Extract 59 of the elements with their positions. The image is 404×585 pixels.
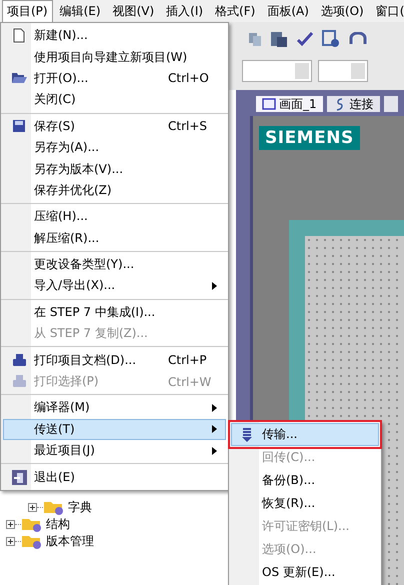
menu-item[interactable]: 在 STEP 7 中集成(I)...: [3, 302, 226, 324]
file-icon: [13, 28, 25, 44]
download-icon: [242, 428, 252, 442]
submenu-arrow-icon: [212, 425, 217, 434]
submenu-arrow-icon: [212, 446, 217, 455]
editor-tab[interactable]: [384, 96, 398, 112]
menu-bar-item[interactable]: 面板(A): [262, 0, 314, 22]
submenu-arrow-icon: [212, 404, 217, 412]
folder-icon: [10, 72, 28, 84]
folder-icon: [43, 499, 65, 515]
paste-icon[interactable]: [270, 30, 288, 48]
menu-bar-item[interactable]: 窗口(: [370, 0, 404, 22]
printer-icon: [12, 374, 26, 390]
menu-item[interactable]: 最近项目(J): [3, 440, 226, 462]
submenu-arrow-icon: [212, 282, 217, 290]
menu-item[interactable]: 传送(T): [3, 418, 226, 440]
menu-item[interactable]: 另存为(A)...: [3, 136, 226, 158]
menu-item[interactable]: 导入/导出(X)...: [3, 275, 226, 297]
menu-bar-item[interactable]: 视图(V): [108, 0, 160, 22]
menu-item[interactable]: 打印项目文档(D)... Ctrl+P: [3, 349, 226, 371]
save-icon: [12, 119, 26, 134]
printer-icon: [12, 352, 26, 368]
folder-icon: [21, 533, 43, 549]
link-icon[interactable]: [348, 32, 368, 46]
menu-item[interactable]: 更改设备类型(Y)...: [3, 254, 226, 276]
menu-item[interactable]: 另存为版本(V)...: [3, 158, 226, 180]
menu-item[interactable]: 退出(E): [3, 466, 226, 488]
menu-bar-item[interactable]: 项目(P): [2, 0, 53, 22]
exit-icon: [12, 470, 26, 485]
menu-item[interactable]: 打开(O)... Ctrl+O: [3, 68, 226, 90]
menu-item[interactable]: 新建(N)...: [3, 25, 226, 46]
menu-item[interactable]: 编译器(M): [3, 397, 226, 419]
menu-item[interactable]: 压缩(H)...: [3, 206, 226, 228]
menu-item[interactable]: 保存(S) Ctrl+S: [3, 116, 226, 137]
menu-bar-item[interactable]: 插入(I): [161, 0, 208, 22]
menu-bar-item[interactable]: 编辑(E): [54, 0, 106, 22]
menu-item[interactable]: OS 更新(E)...: [231, 561, 379, 584]
menu-item[interactable]: 解压缩(R)...: [3, 228, 226, 249]
menu-item[interactable]: 备份(B)...: [231, 469, 379, 492]
menu-item[interactable]: 传输...: [231, 423, 379, 446]
expand-icon[interactable]: [6, 536, 15, 546]
screen-icon: [262, 98, 276, 110]
editor-tab[interactable]: 画面_1: [256, 96, 323, 112]
tree-item[interactable]: 字典: [68, 498, 92, 516]
menu-item[interactable]: 使用项目向导建立新项目(W): [3, 46, 226, 68]
folder-icon: [21, 516, 43, 532]
screen-icon[interactable]: [322, 30, 340, 48]
menu-item[interactable]: 恢复(R)...: [231, 492, 379, 515]
menu-item[interactable]: 关闭(C): [3, 89, 226, 111]
menu-bar-item[interactable]: 选项(O): [316, 0, 369, 22]
editor-tab[interactable]: 连接: [326, 96, 380, 112]
expand-icon[interactable]: [6, 520, 15, 528]
menu-bar-item[interactable]: 格式(F): [210, 0, 260, 22]
tree-item[interactable]: 版本管理: [46, 532, 94, 550]
check-icon[interactable]: [296, 31, 314, 47]
expand-icon[interactable]: [28, 502, 37, 512]
tree-item[interactable]: 结构: [46, 516, 70, 532]
logo: SIEMENS: [259, 126, 360, 150]
menu-item[interactable]: 保存并优化(Z): [3, 180, 226, 202]
